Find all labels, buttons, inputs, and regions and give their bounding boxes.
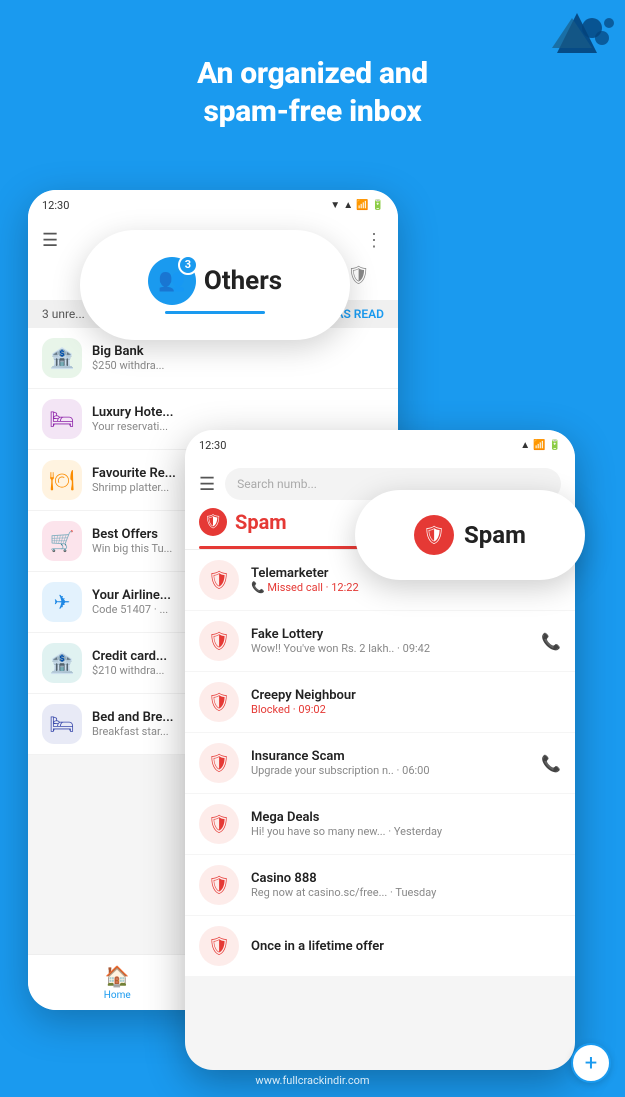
msg-content: Big Bank $250 withdra... [92, 344, 384, 372]
spam-call-detail: Hi! you have so many new... · Yesterday [251, 825, 561, 838]
list-item[interactable]: 🛡 Casino 888 Reg now at casino.sc/free..… [185, 855, 575, 916]
zoom-spam-label: Spam [464, 521, 526, 549]
call-icon: 📞 [541, 754, 561, 773]
spam-avatar: 🛡 [199, 682, 239, 722]
spam-avatar: 🛡 [199, 865, 239, 905]
nav-home[interactable]: 🏠 Home [104, 964, 131, 1001]
spam-avatar: 🛡 [199, 560, 239, 600]
zoom-others-content: 👥 3 Others [148, 257, 282, 314]
call-icon-container: 📞 [541, 632, 561, 651]
zoom-others-row: 👥 3 Others [148, 257, 282, 305]
spam-caller-name: Creepy Neighbour [251, 688, 561, 703]
spam-caller-name: Mega Deals [251, 810, 561, 825]
fab-plus-icon: + [585, 1051, 597, 1076]
zoom-spam-icon: 🛡 [414, 515, 454, 555]
list-item[interactable]: 🛡 Fake Lottery Wow!! You've won Rs. 2 la… [185, 611, 575, 672]
nav-home-label: Home [104, 990, 131, 1001]
spam-caller-name: Casino 888 [251, 871, 561, 886]
spam-avatar: 🛡 [199, 621, 239, 661]
spam-content: Casino 888 Reg now at casino.sc/free... … [251, 871, 561, 899]
spam-caller-name: Fake Lottery [251, 627, 541, 642]
main-time: 12:30 [42, 199, 69, 212]
call-icon: 📞 [541, 632, 561, 651]
home-icon: 🏠 [105, 964, 130, 988]
main-status-icons: ▼ ▲ 📶 🔋 [330, 200, 384, 211]
spam-call-detail: Reg now at casino.sc/free... · Tuesday [251, 886, 561, 899]
spam-avatar: 🛡 [199, 804, 239, 844]
watermark-text: www.fullcrackindir.com [255, 1074, 369, 1087]
avatar: 🏦 [42, 643, 82, 683]
avatar: 🏦 [42, 338, 82, 378]
spam-call-detail: Wow!! You've won Rs. 2 lakh.. · 09:42 [251, 642, 541, 655]
spam-content: Insurance Scam Upgrade your subscription… [251, 749, 541, 777]
zoom-bubble-spam: 🛡 Spam [355, 490, 585, 580]
hamburger-icon[interactable]: ☰ [42, 230, 58, 251]
spam-shield-icon: 🛡 [199, 508, 227, 536]
spam-hamburger-icon[interactable]: ☰ [199, 474, 215, 495]
spam-content: Creepy Neighbour Blocked · 09:02 [251, 688, 561, 716]
zoom-others-badge: 3 [178, 255, 198, 275]
zoom-spam-content: 🛡 Spam [414, 515, 526, 555]
msg-name: Luxury Hote... [92, 405, 384, 420]
spam-content: Fake Lottery Wow!! You've won Rs. 2 lakh… [251, 627, 541, 655]
avatar: 🍽 [42, 460, 82, 500]
spam-status-bar: 12:30 ▲ 📶 🔋 [185, 430, 575, 460]
call-icon-container: 📞 [541, 754, 561, 773]
spam-time: 12:30 [199, 439, 226, 452]
avatar: 🛏 [42, 704, 82, 744]
avatar: ✈ [42, 582, 82, 622]
zoom-bubble-others: 👥 3 Others [80, 230, 350, 340]
zoom-others-icon: 👥 3 [148, 257, 196, 305]
spam-call-detail: Blocked · 09:02 [251, 703, 561, 716]
spam-content: Once in a lifetime offer [251, 939, 561, 954]
main-status-bar: 12:30 ▼ ▲ 📶 🔋 [28, 190, 398, 220]
msg-preview: $250 withdra... [92, 359, 384, 372]
spam-call-list: 🛡 Telemarketer 📞 Missed call · 12:22 🛡 F… [185, 550, 575, 977]
avatar: 🛏 [42, 399, 82, 439]
spam-caller-name: Once in a lifetime offer [251, 939, 561, 954]
more-options-icon[interactable]: ⋮ [365, 230, 384, 251]
spam-call-detail: 📞 Missed call · 12:22 [251, 581, 561, 594]
spam-content: Mega Deals Hi! you have so many new... ·… [251, 810, 561, 838]
avatar: 🛒 [42, 521, 82, 561]
spam-caller-name: Insurance Scam [251, 749, 541, 764]
unread-count: 3 unre... [42, 307, 85, 321]
msg-name: Big Bank [92, 344, 384, 359]
hero-headline: An organized and spam-free inbox [0, 55, 625, 130]
shield-icon[interactable]: 🛡 [347, 265, 370, 286]
list-item[interactable]: 🛡 Once in a lifetime offer [185, 916, 575, 977]
list-item[interactable]: 🛡 Creepy Neighbour Blocked · 09:02 [185, 672, 575, 733]
msg-content: Luxury Hote... Your reservati... [92, 405, 384, 433]
spam-avatar: 🛡 [199, 926, 239, 966]
list-item[interactable]: 🛡 Insurance Scam Upgrade your subscripti… [185, 733, 575, 794]
zoom-others-underline [165, 311, 265, 314]
spam-avatar: 🛡 [199, 743, 239, 783]
list-item[interactable]: 🛡 Mega Deals Hi! you have so many new...… [185, 794, 575, 855]
zoom-others-label: Others [204, 266, 282, 296]
spam-tab-text: Spam [235, 510, 287, 534]
spam-call-detail: Upgrade your subscription n.. · 06:00 [251, 764, 541, 777]
fab-plus-button[interactable]: + [571, 1043, 611, 1083]
spam-status-icons: ▲ 📶 🔋 [520, 440, 561, 451]
spam-search-placeholder: Search numb... [237, 477, 317, 491]
